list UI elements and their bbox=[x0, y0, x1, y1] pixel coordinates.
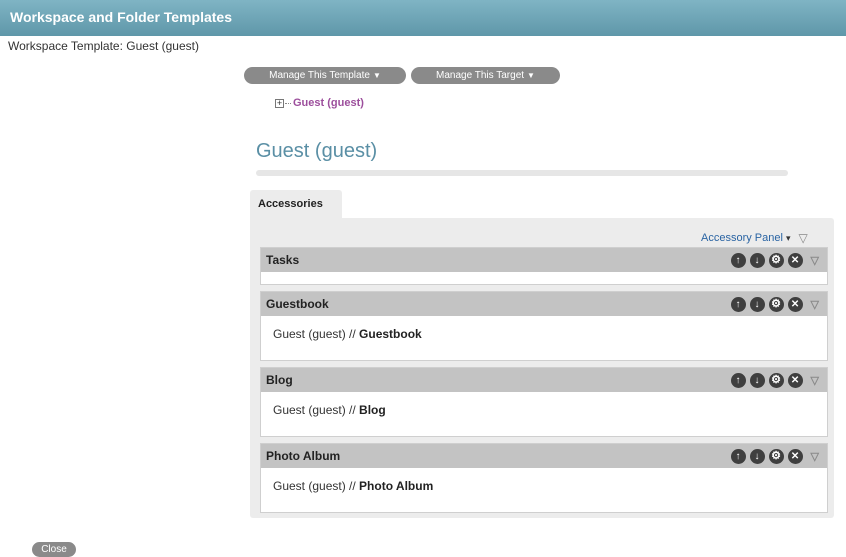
window-title: Workspace and Folder Templates bbox=[10, 9, 232, 25]
manage-template-menu[interactable]: Manage This Template ▼ bbox=[244, 67, 406, 84]
gear-icon[interactable]: ⚙ bbox=[768, 296, 784, 312]
move-down-icon[interactable]: ↓ bbox=[749, 372, 765, 388]
chevron-down-icon: ▼ bbox=[372, 71, 381, 80]
accessory-link[interactable]: Photo Album bbox=[359, 479, 433, 493]
move-down-icon[interactable]: ↓ bbox=[749, 252, 765, 268]
accessory-header: Blog ↑ ↓ ⚙ ✕ ▽ bbox=[261, 368, 827, 392]
gear-icon[interactable]: ⚙ bbox=[768, 252, 784, 268]
move-up-icon[interactable]: ↑ bbox=[730, 448, 746, 464]
accessory-link[interactable]: Guestbook bbox=[359, 327, 422, 341]
accessory-guestbook: Guestbook ↑ ↓ ⚙ ✕ ▽ Guest (guest) // Gue… bbox=[260, 291, 828, 361]
accessory-path: Guest (guest) // bbox=[273, 479, 360, 493]
chevron-down-icon: ▼ bbox=[527, 71, 535, 80]
accessory-title: Photo Album bbox=[266, 449, 341, 463]
move-up-icon[interactable]: ↑ bbox=[730, 296, 746, 312]
accessory-panel-menu[interactable]: Accessory Panel ▾ ▽ bbox=[701, 231, 808, 245]
manage-target-menu[interactable]: Manage This Target ▼ bbox=[411, 67, 560, 84]
move-down-icon[interactable]: ↓ bbox=[749, 296, 765, 312]
move-down-icon[interactable]: ↓ bbox=[749, 448, 765, 464]
close-button[interactable]: Close bbox=[32, 542, 76, 557]
manage-template-label: Manage This Template bbox=[269, 70, 370, 81]
move-up-icon[interactable]: ↑ bbox=[730, 252, 746, 268]
move-up-icon[interactable]: ↑ bbox=[730, 372, 746, 388]
collapse-icon[interactable]: ▽ bbox=[811, 298, 819, 311]
manage-target-label: Manage This Target bbox=[436, 70, 525, 81]
close-icon[interactable]: ✕ bbox=[787, 372, 803, 388]
accessory-body: Guest (guest) // Guestbook bbox=[261, 316, 827, 341]
accessory-panel-label: Accessory Panel bbox=[701, 232, 783, 244]
close-icon[interactable]: ✕ bbox=[787, 296, 803, 312]
accessory-header: Guestbook ↑ ↓ ⚙ ✕ ▽ bbox=[261, 292, 827, 316]
accessory-controls: ↑ ↓ ⚙ ✕ ▽ bbox=[727, 448, 827, 464]
accessory-path: Guest (guest) // bbox=[273, 327, 360, 341]
tree-node-guest[interactable]: Guest (guest) bbox=[293, 97, 364, 109]
workspace-tree: + Guest (guest) bbox=[275, 97, 364, 109]
tree-expand-icon[interactable]: + bbox=[275, 98, 284, 108]
accessory-body: Guest (guest) // Blog bbox=[261, 392, 827, 417]
accessory-title: Guestbook bbox=[266, 297, 329, 311]
accessory-header: Tasks ↑ ↓ ⚙ ✕ ▽ bbox=[261, 248, 827, 272]
accessory-body: Guest (guest) // Photo Album bbox=[261, 468, 827, 493]
accessory-tasks: Tasks ↑ ↓ ⚙ ✕ ▽ bbox=[260, 247, 828, 285]
page-title: Guest (guest) bbox=[256, 140, 378, 162]
title-divider bbox=[256, 170, 788, 176]
accessory-controls: ↑ ↓ ⚙ ✕ ▽ bbox=[727, 296, 827, 312]
gear-icon[interactable]: ⚙ bbox=[768, 372, 784, 388]
accessory-controls: ↑ ↓ ⚙ ✕ ▽ bbox=[727, 372, 827, 388]
collapse-icon[interactable]: ▽ bbox=[811, 374, 819, 387]
accessory-blog: Blog ↑ ↓ ⚙ ✕ ▽ Guest (guest) // Blog bbox=[260, 367, 828, 437]
close-icon[interactable]: ✕ bbox=[787, 448, 803, 464]
collapse-all-icon[interactable]: ▽ bbox=[798, 231, 807, 245]
accessory-controls: ↑ ↓ ⚙ ✕ ▽ bbox=[727, 252, 827, 268]
collapse-icon[interactable]: ▽ bbox=[811, 254, 819, 267]
window-title-bar: Workspace and Folder Templates bbox=[0, 0, 846, 36]
close-button-label: Close bbox=[41, 544, 67, 555]
accessory-link[interactable]: Blog bbox=[359, 403, 386, 417]
accessory-header: Photo Album ↑ ↓ ⚙ ✕ ▽ bbox=[261, 444, 827, 468]
chevron-down-icon: ▾ bbox=[785, 232, 791, 243]
tree-connector bbox=[285, 102, 291, 104]
collapse-icon[interactable]: ▽ bbox=[811, 450, 819, 463]
accessory-photo-album: Photo Album ↑ ↓ ⚙ ✕ ▽ Guest (guest) // P… bbox=[260, 443, 828, 513]
gear-icon[interactable]: ⚙ bbox=[768, 448, 784, 464]
accessory-title: Blog bbox=[266, 373, 293, 387]
template-subtitle: Workspace Template: Guest (guest) bbox=[8, 39, 199, 53]
tab-accessories-label: Accessories bbox=[258, 198, 323, 210]
accessory-title: Tasks bbox=[266, 253, 300, 267]
close-icon[interactable]: ✕ bbox=[787, 252, 803, 268]
accessory-path: Guest (guest) // bbox=[273, 403, 360, 417]
tab-accessories[interactable]: Accessories bbox=[250, 190, 342, 220]
